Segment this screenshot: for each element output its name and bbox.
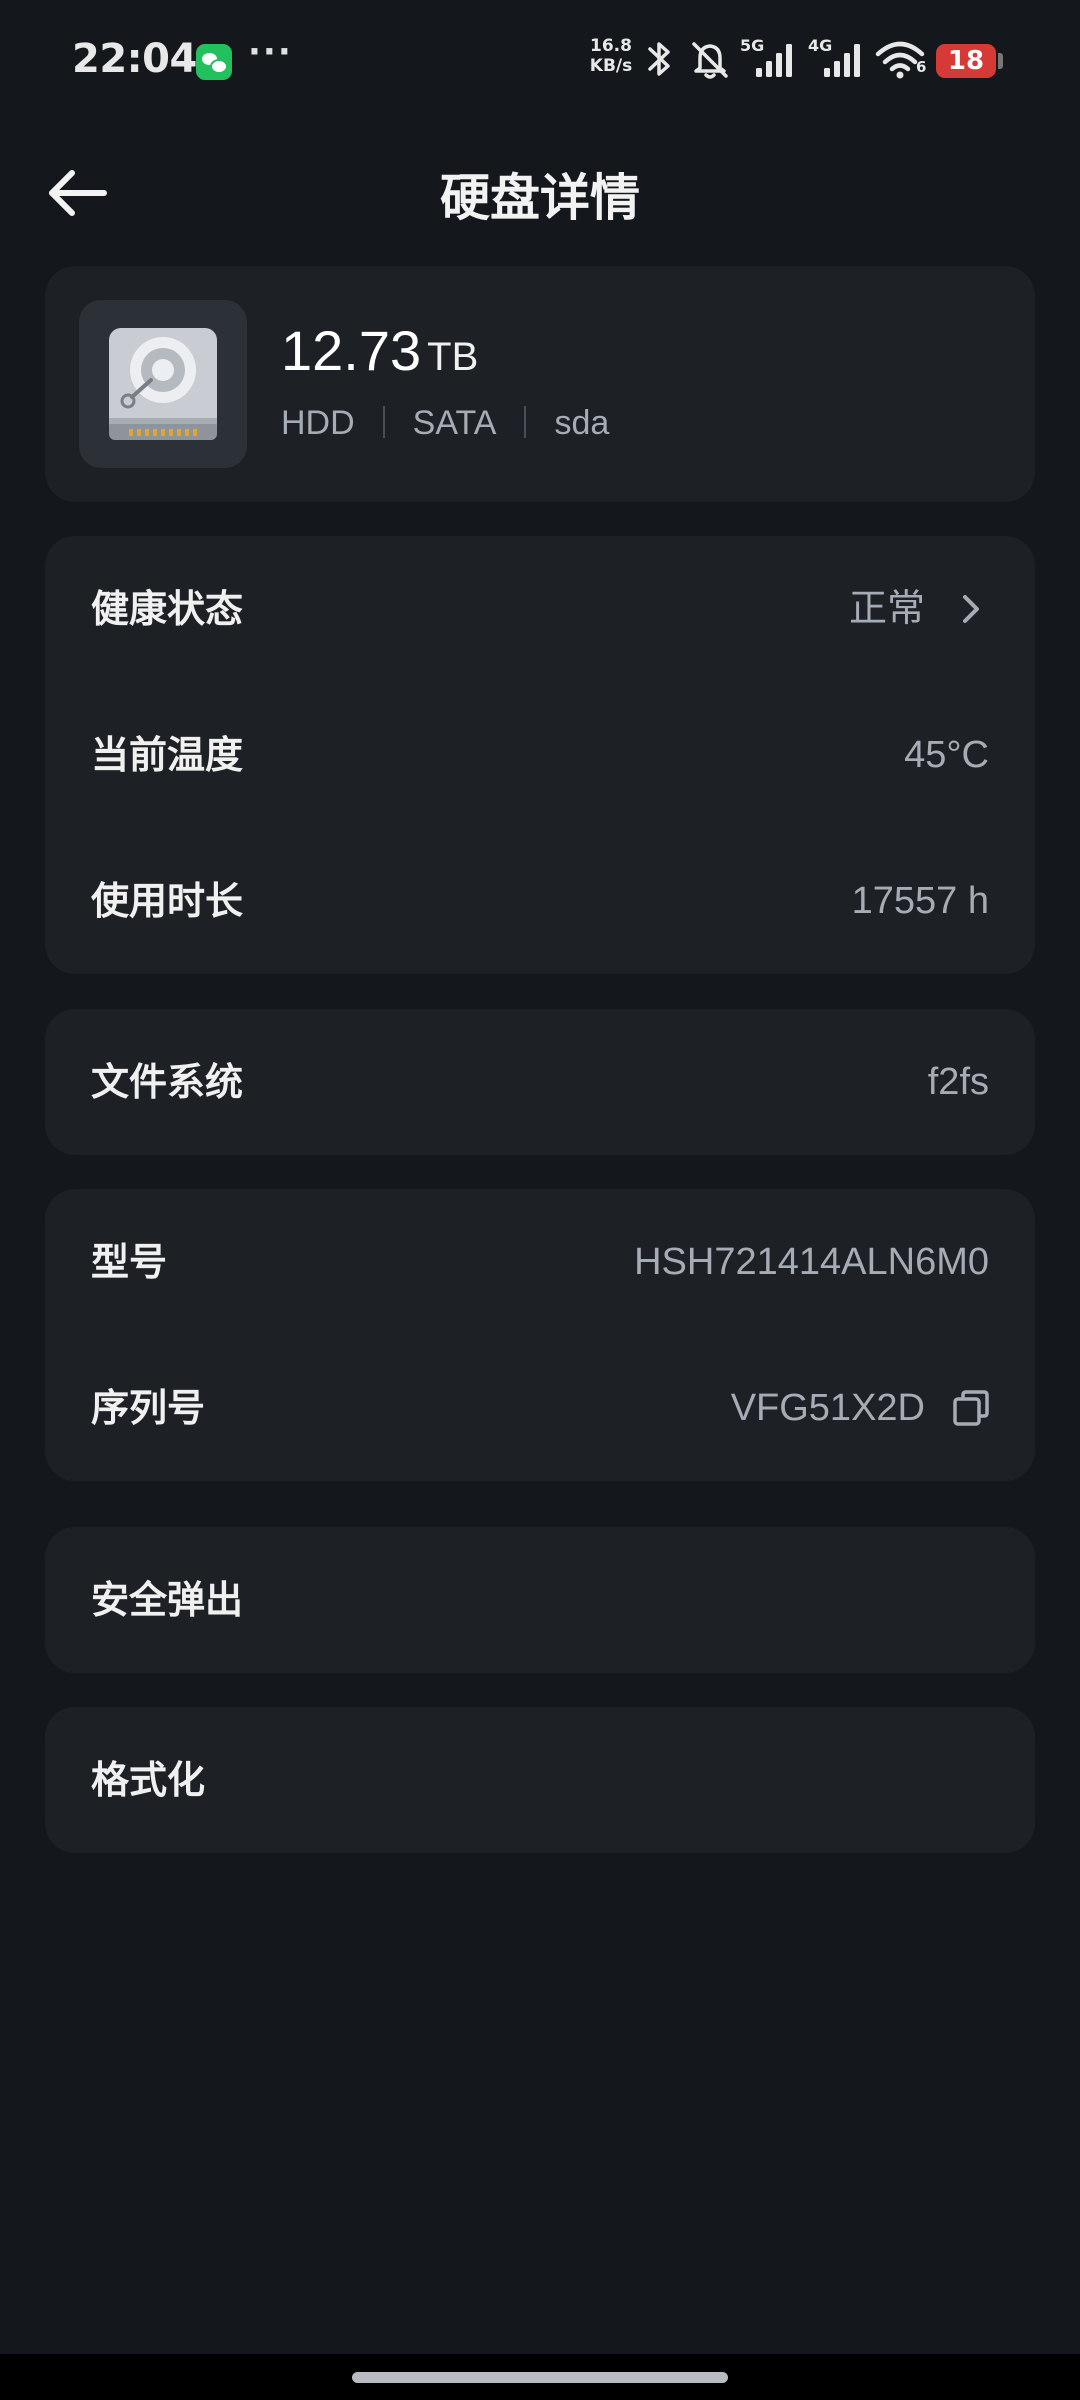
cellular-signal-4g-icon: [824, 44, 860, 77]
format-card[interactable]: 格式化: [45, 1707, 1035, 1853]
home-indicator[interactable]: [352, 2372, 728, 2383]
model-value: HSH721414ALN6M0: [634, 1241, 989, 1283]
device-info-card: 型号 HSH721414ALN6M0 序列号 VFG51X2D: [45, 1189, 1035, 1481]
file-system-card: 文件系统 f2fs: [45, 1009, 1035, 1155]
capacity-value: 12.73: [281, 319, 422, 382]
capacity-unit: TB: [427, 335, 479, 379]
usage-hours-value: 17557 h: [851, 880, 989, 922]
copy-icon[interactable]: [951, 1388, 991, 1428]
health-status-row[interactable]: 健康状态 正常: [45, 536, 1035, 682]
battery-tip: [998, 53, 1003, 69]
health-card: 健康状态 正常 当前温度 45°C 使用时长 17557 h: [45, 536, 1035, 974]
health-status-value: 正常: [848, 588, 925, 630]
model-row: 型号 HSH721414ALN6M0: [45, 1189, 1035, 1335]
disk-device: sda: [554, 404, 610, 442]
battery-level: 18: [947, 46, 985, 76]
model-label: 型号: [91, 1240, 168, 1284]
usage-hours-row: 使用时长 17557 h: [45, 828, 1035, 974]
safe-eject-label: 安全弹出: [91, 1578, 244, 1622]
network-speed-unit: KB/s: [589, 56, 633, 76]
format-button[interactable]: 格式化: [45, 1707, 1035, 1853]
usage-hours-label: 使用时长: [91, 879, 244, 923]
temperature-value: 45°C: [904, 734, 989, 776]
temperature-row: 当前温度 45°C: [45, 682, 1035, 828]
disk-interface: SATA: [412, 404, 497, 442]
health-status-label: 健康状态: [91, 587, 244, 631]
wechat-notification-icon: [196, 44, 232, 80]
temperature-label: 当前温度: [91, 733, 244, 777]
status-bar: 22:04 ··· 16.8 KB/s 5G 4G 6 18: [0, 0, 1080, 120]
network-speed: 16.8 KB/s: [584, 36, 638, 76]
disk-type: HDD: [281, 404, 355, 442]
file-system-row: 文件系统 f2fs: [45, 1009, 1035, 1155]
serial-value: VFG51X2D: [730, 1387, 925, 1429]
bluetooth-icon: [648, 42, 670, 76]
format-label: 格式化: [91, 1758, 206, 1802]
serial-row: 序列号 VFG51X2D: [45, 1335, 1035, 1481]
hard-disk-illustration: [109, 328, 217, 440]
file-system-label: 文件系统: [91, 1060, 244, 1104]
more-notifications-icon: ···: [248, 32, 293, 72]
status-time: 22:04: [72, 36, 197, 82]
bell-muted-icon: [692, 42, 728, 79]
battery-icon: 18: [936, 44, 996, 78]
serial-label: 序列号: [91, 1386, 206, 1430]
safe-eject-button[interactable]: 安全弹出: [45, 1527, 1035, 1673]
safe-eject-card[interactable]: 安全弹出: [45, 1527, 1035, 1673]
disk-summary-card: 12.73 TB HDD SATA sda: [45, 266, 1035, 502]
disk-capacity: 12.73 TB: [281, 318, 478, 383]
chevron-right-icon: [963, 595, 979, 623]
network-speed-value: 16.8: [590, 36, 632, 56]
page-title: 硬盘详情: [440, 169, 640, 227]
tag-divider: [524, 406, 527, 438]
wifi-version-label: 6: [916, 58, 927, 76]
cellular-signal-5g-icon: [756, 44, 792, 77]
disk-tags: HDD SATA sda: [281, 404, 609, 443]
file-system-value: f2fs: [927, 1061, 989, 1103]
hard-disk-icon: [79, 300, 247, 468]
tag-divider: [382, 406, 385, 438]
